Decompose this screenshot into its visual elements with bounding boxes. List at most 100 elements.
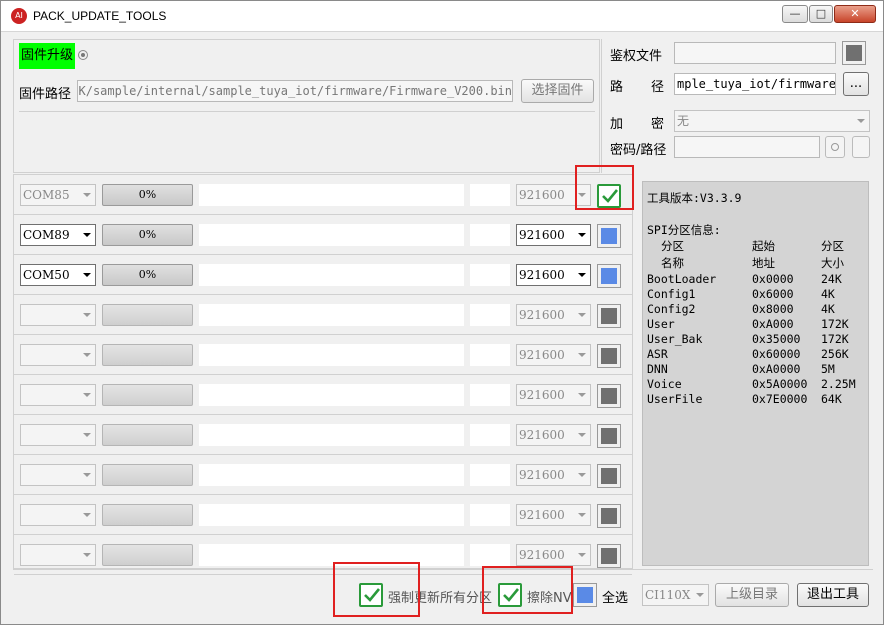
select-firmware-button[interactable]: 选择固件: [521, 79, 594, 103]
window-title: PACK_UPDATE_TOOLS: [33, 9, 167, 23]
partition-cell: 5M: [821, 362, 835, 376]
exit-button[interactable]: 退出工具: [797, 583, 869, 607]
com-port-select[interactable]: [20, 424, 96, 446]
port-status-text: [199, 344, 464, 366]
tool-version: 工具版本:V3.3.9: [647, 191, 742, 205]
partition-cell: 2.25M: [821, 377, 856, 391]
partition-cell: 0x60000: [752, 347, 801, 361]
auth-path-field[interactable]: mple_tuya_iot/firmware: [674, 73, 836, 95]
port-status-text: [199, 504, 464, 526]
port-status-checkbox[interactable]: [597, 424, 621, 448]
com-port-select[interactable]: [20, 504, 96, 526]
maximize-button[interactable]: □: [809, 5, 833, 23]
port-status-checkbox[interactable]: [597, 464, 621, 488]
parent-dir-button[interactable]: 上级目录: [715, 583, 789, 607]
com-port-select[interactable]: COM85: [20, 184, 96, 206]
chevron-down-icon: [578, 473, 586, 477]
password-option-box[interactable]: [852, 136, 870, 158]
partition-cell: 名称: [661, 256, 684, 270]
com-port-select[interactable]: [20, 464, 96, 486]
encrypt-select[interactable]: 无: [674, 110, 870, 132]
port-status-text: [199, 264, 464, 286]
partition-cell: 172K: [821, 332, 849, 346]
port-status-checkbox[interactable]: [597, 384, 621, 408]
baud-rate-select[interactable]: 921600: [516, 544, 591, 566]
port-status-checkbox[interactable]: [597, 264, 621, 288]
browse-button[interactable]: ...: [843, 72, 869, 96]
partition-cell: 地址: [752, 256, 775, 270]
row-divider: [14, 374, 632, 375]
firmware-path-label: 固件路径: [19, 87, 72, 102]
info-panel: 工具版本:V3.3.9 SPI分区信息: 分区 起始 分区 名称 地址 大小 BootLoa…: [642, 181, 869, 566]
port-status-checkbox[interactable]: [597, 504, 621, 528]
port-progress-bar: 0%: [102, 264, 193, 286]
title-bar[interactable]: AI PACK_UPDATE_TOOLS — □ ✕: [1, 1, 883, 32]
auth-file-field[interactable]: [674, 42, 836, 64]
firmware-upgrade-label[interactable]: 固件升级: [19, 43, 76, 69]
firmware-path-field[interactable]: SDK/sample/internal/sample_tuya_iot/firm…: [77, 80, 513, 102]
partition-cell: 256K: [821, 347, 849, 361]
port-info-text: [470, 184, 510, 206]
partition-cell: 0x5A0000: [752, 377, 808, 391]
baud-rate-select[interactable]: 921600: [516, 504, 591, 526]
chevron-down-icon: [83, 193, 91, 197]
com-port-select[interactable]: [20, 344, 96, 366]
chevron-down-icon: [83, 433, 91, 437]
baud-rate-select[interactable]: 921600: [516, 344, 591, 366]
partition-cell: 0xA0000: [752, 362, 801, 376]
baud-rate-select[interactable]: 921600: [516, 384, 591, 406]
partition-cell: 4K: [821, 302, 835, 316]
partition-cell: Voice: [647, 377, 682, 391]
main-window: AI PACK_UPDATE_TOOLS — □ ✕ 固件升级 固件路径 SDK…: [0, 0, 884, 625]
partition-cell: UserFile: [647, 392, 703, 406]
baud-rate-select[interactable]: 921600: [516, 304, 591, 326]
password-field[interactable]: [674, 136, 820, 158]
port-info-text: [470, 304, 510, 326]
partition-cell: 起始: [752, 239, 775, 253]
baud-rate-select[interactable]: 921600: [516, 224, 591, 246]
chevron-down-icon: [83, 473, 91, 477]
annotation-box-erase-nv: [482, 566, 573, 614]
spi-title: SPI分区信息:: [647, 223, 721, 237]
com-port-select[interactable]: COM89: [20, 224, 96, 246]
firmware-upgrade-radio[interactable]: [78, 50, 88, 60]
partition-cell: 64K: [821, 392, 842, 406]
com-port-select[interactable]: [20, 304, 96, 326]
chevron-down-icon: [83, 233, 91, 237]
port-status-text: [199, 224, 464, 246]
com-port-select[interactable]: [20, 544, 96, 566]
baud-rate-select[interactable]: 921600: [516, 264, 591, 286]
partition-cell: Config2: [647, 302, 696, 316]
port-info-text: [470, 424, 510, 446]
chevron-down-icon: [578, 313, 586, 317]
select-all-checkbox[interactable]: [573, 583, 597, 607]
encrypt-label-2: 密: [651, 117, 665, 132]
port-status-checkbox[interactable]: [597, 304, 621, 328]
partition-cell: 4K: [821, 287, 835, 301]
port-progress-bar: [102, 304, 193, 326]
chevron-down-icon: [578, 233, 586, 237]
close-button[interactable]: ✕: [834, 5, 876, 23]
path-label-1: 路: [610, 80, 624, 95]
password-radio[interactable]: [825, 136, 845, 158]
chip-select[interactable]: CI110X: [642, 584, 709, 606]
baud-rate-select[interactable]: 921600: [516, 424, 591, 446]
partition-cell: 0x7E0000: [752, 392, 808, 406]
com-port-select[interactable]: COM50: [20, 264, 96, 286]
port-status-checkbox[interactable]: [597, 224, 621, 248]
partition-cell: ASR: [647, 347, 668, 361]
baud-rate-select[interactable]: 921600: [516, 464, 591, 486]
port-status-text: [199, 464, 464, 486]
partition-cell: 0xA000: [752, 317, 794, 331]
port-status-checkbox[interactable]: [597, 544, 621, 568]
port-status-text: [199, 384, 464, 406]
port-status-text: [199, 304, 464, 326]
port-status-checkbox[interactable]: [597, 344, 621, 368]
chevron-down-icon: [578, 353, 586, 357]
port-progress-bar: 0%: [102, 184, 193, 206]
port-info-text: [470, 544, 510, 566]
row-divider: [14, 534, 632, 535]
minimize-button[interactable]: —: [782, 5, 808, 23]
com-port-select[interactable]: [20, 384, 96, 406]
port-progress-bar: [102, 384, 193, 406]
